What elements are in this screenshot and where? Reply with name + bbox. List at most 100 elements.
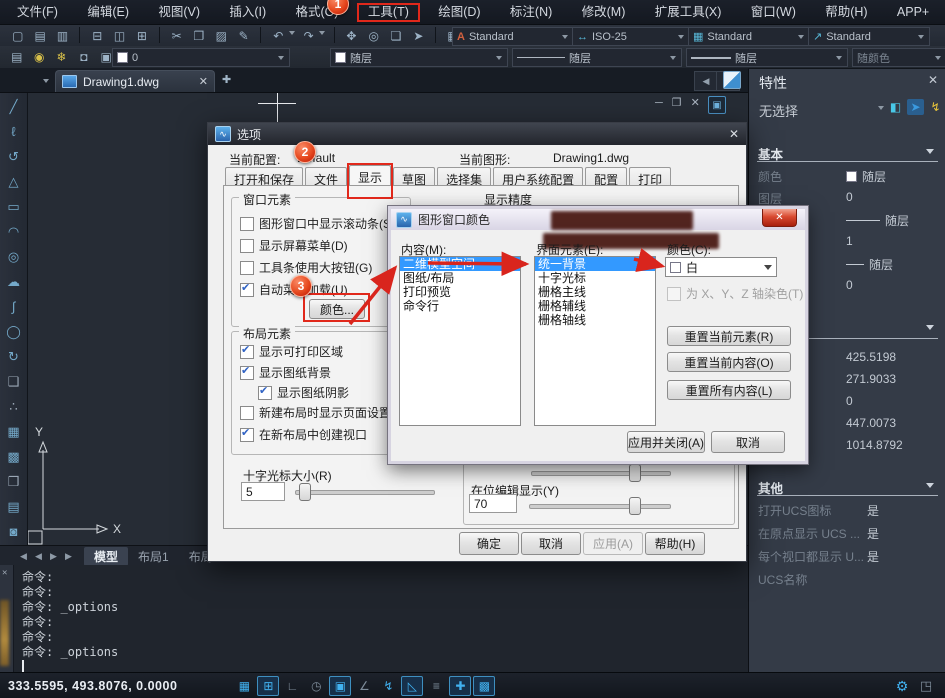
layer-bulb-icon[interactable]: ◉ <box>30 47 49 66</box>
section-misc-collapse-icon[interactable] <box>926 483 934 488</box>
layer-freeze-icon[interactable]: ❄ <box>52 47 71 66</box>
checkbox-icon[interactable] <box>240 345 254 359</box>
paste-icon[interactable]: ▨ <box>212 26 231 45</box>
restore-context-button[interactable]: 重置当前内容(O) <box>667 352 791 372</box>
checkbox-large-buttons[interactable]: 工具条使用大按钮(G) <box>240 259 404 276</box>
checkbox-paper-background[interactable]: 显示图纸背景 <box>240 364 404 381</box>
zoom-realtime-icon[interactable]: ◎ <box>364 26 383 45</box>
options-dialog-close-icon[interactable]: ✕ <box>729 127 739 141</box>
menu-dimension[interactable]: 标注(N) <box>497 0 565 25</box>
checkbox-icon[interactable] <box>240 217 254 231</box>
checkbox-paper-shadow[interactable]: 显示图纸阴影 <box>258 384 404 401</box>
list-item[interactable]: 打印预览 <box>400 285 520 299</box>
tool-rotate-icon[interactable]: ↻ <box>3 346 24 367</box>
table-style-combo[interactable]: ▦ Standard <box>688 27 810 46</box>
help-button[interactable]: 帮助(H) <box>645 532 705 555</box>
upper-slider-track[interactable] <box>531 471 671 476</box>
checkbox-icon[interactable] <box>240 366 254 380</box>
prop-value[interactable]: 是 <box>867 548 879 565</box>
checkbox-screen-menu[interactable]: 显示屏幕菜单(D) <box>240 237 404 254</box>
annotation-scale-icon[interactable]: ✚ <box>449 676 471 696</box>
section-view-collapse-icon[interactable] <box>926 325 934 330</box>
checkbox-auto-menu-load[interactable]: 自动菜单加载(U) <box>240 281 404 298</box>
settings-gear-icon[interactable]: ⚙ <box>891 676 913 696</box>
tool-revision-cloud-icon[interactable]: ☁ <box>3 271 24 292</box>
tool-line-icon[interactable]: ╱ <box>3 96 24 117</box>
checkbox-icon[interactable] <box>240 428 254 442</box>
cancel-button[interactable]: 取消 <box>711 431 785 453</box>
checkbox-icon[interactable] <box>240 406 254 420</box>
toggle-pickadd-icon[interactable]: ↯ <box>927 99 944 115</box>
menu-draw[interactable]: 绘图(D) <box>425 0 493 25</box>
list-item[interactable]: 图纸/布局 <box>400 271 520 285</box>
window-minimize-icon[interactable]: ─ <box>655 97 672 109</box>
quick-properties-toggle-icon[interactable]: ≡ <box>425 676 447 696</box>
tab-layout1[interactable]: 布局1 <box>128 547 179 566</box>
prop-value[interactable]: 1014.8792 <box>846 438 903 452</box>
zoom-previous-icon[interactable]: ➤ <box>409 26 428 45</box>
layer-properties-icon[interactable]: ▤ <box>7 47 26 66</box>
colors-button[interactable]: 颜色... <box>309 299 365 319</box>
element-listbox[interactable]: 统一背景 十字光标 栅格主线 栅格辅线 栅格轴线 <box>534 256 656 426</box>
window-close-icon[interactable]: ✕ <box>691 97 709 109</box>
tool-region-icon[interactable]: ❒ <box>3 471 24 492</box>
prev-tab-icon[interactable]: ◀ <box>31 551 46 562</box>
selection-combo-caret-icon[interactable] <box>878 106 884 110</box>
prop-value[interactable]: 0 <box>846 278 853 292</box>
colors-dialog-close-button[interactable]: ✕ <box>762 209 797 227</box>
section-basic-collapse-icon[interactable] <box>926 149 934 154</box>
tool-spline-icon[interactable]: ∫ <box>3 296 24 317</box>
print-icon[interactable]: ⊟ <box>88 26 107 45</box>
tool-circle-icon[interactable]: ◎ <box>3 246 24 267</box>
prop-value[interactable]: 是 <box>867 525 879 542</box>
osnap-toggle-icon[interactable]: ▣ <box>329 676 351 696</box>
workspace-toggle-icon[interactable]: ▩ <box>473 676 495 696</box>
mleader-style-combo[interactable]: ↗ Standard <box>808 27 930 46</box>
prop-value[interactable]: 447.0073 <box>846 416 896 430</box>
undo-icon[interactable]: ↶ <box>269 26 288 45</box>
command-close-icon[interactable]: ✕ <box>2 568 7 578</box>
tab-model[interactable]: 模型 <box>84 547 128 566</box>
menu-app-plus[interactable]: APP+ <box>884 0 942 25</box>
tool-gradient-icon[interactable]: ▩ <box>3 446 24 467</box>
next-tab-icon[interactable]: ▶ <box>46 551 61 562</box>
pan-icon[interactable]: ✥ <box>342 26 361 45</box>
crosshair-size-slider-track[interactable] <box>295 490 435 495</box>
dynamic-input-toggle-icon[interactable]: ↯ <box>377 676 399 696</box>
tool-arc2-icon[interactable]: ◠ <box>3 221 24 242</box>
quick-select-icon[interactable]: ◧ <box>887 99 904 115</box>
checkbox-icon[interactable] <box>258 386 272 400</box>
command-line-window[interactable]: ✕ 命令: 命令: 命令: _options 命令: 命令: 命令: _opti… <box>0 565 748 672</box>
print-preview-icon[interactable]: ◫ <box>110 26 129 45</box>
inplace-edit-slider-track[interactable] <box>529 504 671 509</box>
menu-file[interactable]: 文件(F) <box>4 0 71 25</box>
new-file-icon[interactable]: ▢ <box>8 26 27 45</box>
select-objects-icon[interactable]: ➤ <box>907 99 924 115</box>
publish-icon[interactable]: ⊞ <box>132 26 151 45</box>
menu-window[interactable]: 窗口(W) <box>738 0 809 25</box>
menu-insert[interactable]: 插入(I) <box>216 0 279 25</box>
doc-list-dropdown-icon[interactable] <box>43 79 49 83</box>
prop-value[interactable]: 0 <box>846 190 853 204</box>
tool-table-icon[interactable]: ▤ <box>3 496 24 517</box>
prop-value[interactable]: 随层 <box>846 212 909 229</box>
tool-polygon-icon[interactable]: △ <box>3 171 24 192</box>
window-restore-icon[interactable]: ❐ <box>672 97 691 109</box>
grid-toggle-icon[interactable]: ▦ <box>233 676 255 696</box>
checkbox-page-setup-manager[interactable]: 新建布局时显示页面设置管理器 <box>240 404 404 421</box>
document-tab-close-icon[interactable]: ✕ <box>199 75 208 88</box>
tab-scroll-left-icon[interactable]: ◀ <box>694 71 718 91</box>
checkbox-scrollbars[interactable]: 图形窗口中显示滚动条(S) <box>240 215 404 232</box>
first-tab-icon[interactable]: ◀ <box>16 551 31 562</box>
menu-modify[interactable]: 修改(M) <box>569 0 639 25</box>
list-item[interactable]: 命令行 <box>400 299 520 313</box>
lineweight-combo[interactable]: 随层 <box>686 48 848 67</box>
tool-rectangle-icon[interactable]: ▭ <box>3 196 24 217</box>
menu-tools[interactable]: 工具(T) 1 <box>355 0 422 25</box>
last-tab-icon[interactable]: ▶ <box>61 551 76 562</box>
menu-express-tools[interactable]: 扩展工具(X) <box>642 0 735 25</box>
tool-ellipse-icon[interactable]: ◯ <box>3 321 24 342</box>
tool-text-icon[interactable]: ◙ <box>3 521 24 542</box>
options-dialog-titlebar[interactable]: ∿ 选项 ✕ <box>208 123 746 145</box>
polar-toggle-icon[interactable]: ◷ <box>305 676 327 696</box>
